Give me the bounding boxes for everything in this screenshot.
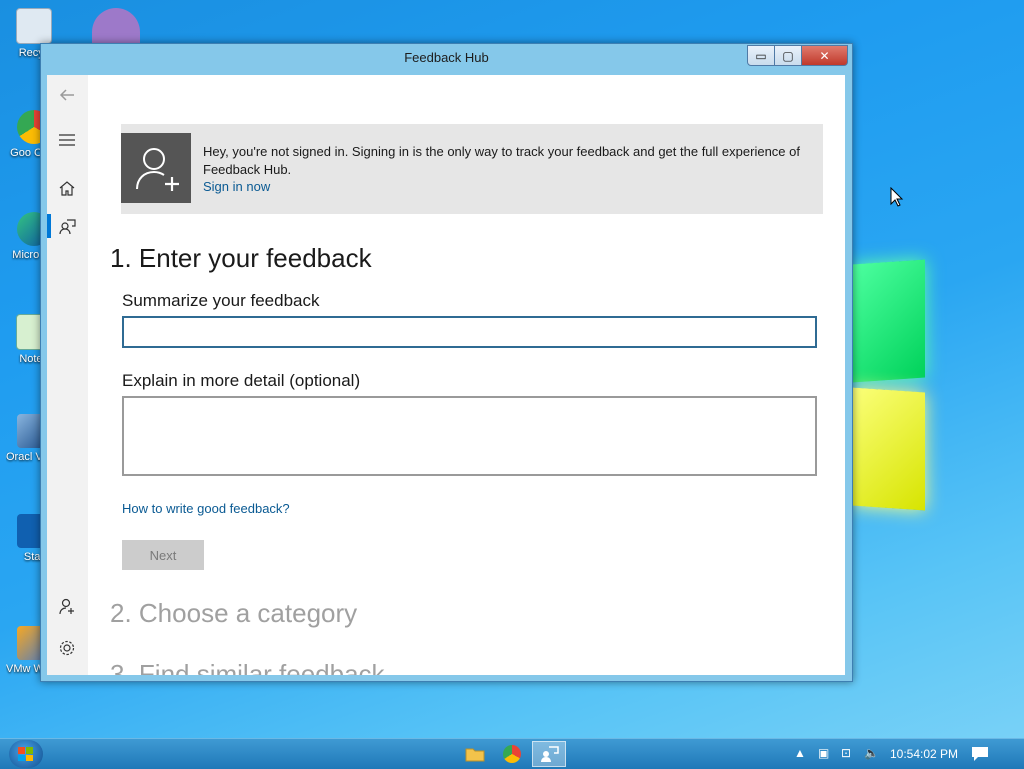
back-arrow-icon[interactable]	[55, 83, 79, 107]
step-3-heading: 3. Find similar feedback	[110, 659, 385, 675]
sign-in-link[interactable]: Sign in now	[203, 179, 270, 194]
app-client-area: Hey, you're not signed in. Signing in is…	[47, 75, 845, 675]
detail-textarea[interactable]	[122, 396, 817, 476]
feedback-icon[interactable]	[55, 215, 79, 239]
taskbar-feedback-hub[interactable]	[532, 741, 566, 767]
window-title: Feedback Hub	[404, 50, 489, 65]
summary-input[interactable]	[122, 316, 817, 348]
chrome-taskbar-icon	[503, 745, 521, 763]
windows-logo-yellow-pane	[852, 387, 925, 511]
notification-icon[interactable]	[968, 743, 992, 765]
feedback-hub-window: Feedback Hub ▭ ▢ ✕ Hey, you're not signe…	[40, 43, 853, 682]
next-button[interactable]: Next	[122, 540, 204, 570]
detail-label: Explain in more detail (optional)	[122, 371, 361, 390]
sign-in-banner: Hey, you're not signed in. Signing in is…	[121, 124, 823, 214]
recycle-bin-icon	[16, 8, 52, 44]
network-icon[interactable]: ⊡	[841, 746, 851, 760]
feedback-help-link[interactable]: How to write good feedback?	[122, 501, 290, 516]
home-icon[interactable]	[55, 176, 79, 200]
feedback-hub-taskbar-icon	[541, 746, 559, 762]
taskbar: ▲ ▣ ⊡ 🔈 10:54:02 PM	[0, 738, 1024, 769]
volume-muted-icon[interactable]: 🔈	[864, 746, 879, 760]
taskbar-chrome[interactable]	[495, 741, 529, 767]
add-person-icon	[136, 148, 179, 191]
windows-logo-green-pane	[852, 259, 925, 383]
minimize-button[interactable]: ▭	[747, 45, 775, 66]
active-nav-indicator	[47, 214, 51, 238]
hamburger-menu-icon[interactable]	[55, 128, 79, 152]
person-icon[interactable]	[55, 594, 79, 618]
feedback-form-content: Hey, you're not signed in. Signing in is…	[110, 75, 845, 675]
taskbar-clock[interactable]: 10:54:02 PM	[890, 747, 958, 761]
touchpad-icon[interactable]: ▣	[818, 746, 829, 760]
windows-flag-icon	[18, 747, 33, 761]
close-icon: ✕	[819, 48, 830, 63]
gear-icon[interactable]	[55, 636, 79, 660]
summary-label: Summarize your feedback	[122, 291, 320, 310]
maximize-icon: ▢	[782, 48, 794, 63]
step-2-heading: 2. Choose a category	[110, 598, 358, 628]
sign-in-message: Hey, you're not signed in. Signing in is…	[203, 144, 800, 177]
close-button[interactable]: ✕	[801, 45, 848, 66]
nav-rail	[47, 75, 88, 675]
maximize-button[interactable]: ▢	[774, 45, 802, 66]
title-bar[interactable]: Feedback Hub ▭ ▢ ✕	[41, 44, 852, 74]
taskbar-file-explorer[interactable]	[458, 741, 492, 767]
up-arrow-icon[interactable]: ▲	[794, 746, 806, 760]
step-1-heading: 1. Enter your feedback	[110, 243, 372, 273]
add-user-avatar	[121, 133, 191, 203]
start-button[interactable]	[9, 740, 43, 768]
folder-icon	[465, 748, 485, 762]
mouse-cursor-icon	[890, 186, 904, 212]
tor-browser-icon[interactable]	[92, 8, 140, 46]
minimize-icon: ▭	[755, 48, 767, 63]
